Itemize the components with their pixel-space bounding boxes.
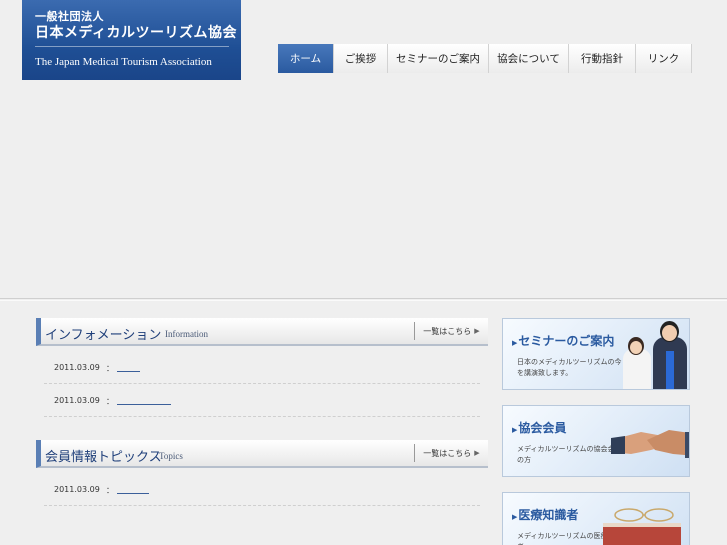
triangle-bullet-icon: ▶ bbox=[512, 513, 518, 521]
information-row: 2011.03.09 ： bbox=[44, 352, 480, 384]
medical-experts-banner-title-text: 医療知識者 bbox=[518, 508, 579, 522]
logo-english-name: The Japan Medical Tourism Association bbox=[35, 56, 212, 68]
topics-more-link[interactable]: 一覧はこちら ▶ bbox=[414, 444, 488, 462]
news-date: 2011.03.09 bbox=[54, 396, 100, 405]
members-banner-title-text: 協会会員 bbox=[518, 421, 567, 435]
glasses-and-books-image bbox=[603, 508, 681, 545]
members-banner[interactable]: ▶協会会員 メディカルツーリズムの協会会員の方 bbox=[502, 405, 690, 477]
seminar-banner-title-text: セミナーのご案内 bbox=[518, 334, 615, 348]
business-people-image bbox=[613, 319, 689, 389]
main-nav: ホーム ご挨拶 セミナーのご案内 協会について 行動指針 リンク bbox=[278, 44, 692, 73]
medical-experts-banner[interactable]: ▶医療知識者 メディカルツーリズムの医療知識者 bbox=[502, 492, 690, 545]
seminar-banner-desc: 日本のメディカルツーリズムの今を講演致します。 bbox=[517, 358, 622, 377]
news-date: 2011.03.09 bbox=[54, 363, 100, 372]
logo-title: 日本メディカルツーリズム協会 bbox=[35, 25, 238, 41]
topics-row: 2011.03.09 ： bbox=[44, 474, 480, 506]
nav-about[interactable]: 協会について bbox=[489, 44, 569, 73]
information-more-link[interactable]: 一覧はこちら ▶ bbox=[414, 322, 488, 340]
topics-more-label: 一覧はこちら bbox=[423, 448, 472, 458]
information-row: 2011.03.09 ： bbox=[44, 385, 480, 417]
information-more-label: 一覧はこちら bbox=[423, 326, 472, 336]
seminar-banner[interactable]: ▶セミナーのご案内 日本のメディカルツーリズムの今を講演致します。 bbox=[502, 318, 690, 390]
nav-seminar[interactable]: セミナーのご案内 bbox=[388, 44, 489, 73]
site-header: 一般社団法人 日本メディカルツーリズム協会 The Japan Medical … bbox=[0, 0, 727, 82]
news-link[interactable] bbox=[117, 371, 140, 372]
section-divider bbox=[0, 298, 727, 299]
seminar-banner-title: ▶セミナーのご案内 bbox=[512, 332, 614, 349]
main-visual-area bbox=[0, 82, 727, 298]
topics-header: 会員情報トピックス Topics 一覧はこちら ▶ bbox=[36, 440, 488, 468]
handshake-image bbox=[611, 430, 689, 458]
news-link[interactable] bbox=[117, 404, 171, 405]
nav-greeting[interactable]: ご挨拶 bbox=[334, 44, 388, 73]
medical-experts-banner-title: ▶医療知識者 bbox=[512, 506, 578, 523]
topics-title: 会員情報トピックス bbox=[45, 450, 162, 465]
information-header: インフォメーション Information 一覧はこちら ▶ bbox=[36, 318, 488, 346]
triangle-bullet-icon: ▶ bbox=[512, 339, 518, 347]
topics-title-en: Topics bbox=[159, 451, 183, 461]
information-title-en: Information bbox=[165, 329, 208, 339]
section-divider-highlight bbox=[0, 300, 727, 301]
members-banner-title: ▶協会会員 bbox=[512, 419, 566, 436]
news-separator: ： bbox=[106, 486, 114, 495]
news-separator: ： bbox=[106, 364, 114, 373]
information-title: インフォメーション bbox=[45, 328, 162, 343]
news-separator: ： bbox=[106, 397, 114, 406]
nav-links[interactable]: リンク bbox=[636, 44, 692, 73]
news-link[interactable] bbox=[117, 493, 149, 494]
nav-guidelines[interactable]: 行動指針 bbox=[569, 44, 636, 73]
logo-divider bbox=[35, 46, 229, 47]
triangle-bullet-icon: ▶ bbox=[512, 426, 518, 434]
site-logo[interactable]: 一般社団法人 日本メディカルツーリズム協会 The Japan Medical … bbox=[22, 0, 241, 80]
arrow-right-icon: ▶ bbox=[474, 449, 480, 457]
arrow-right-icon: ▶ bbox=[474, 327, 480, 335]
news-date: 2011.03.09 bbox=[54, 485, 100, 494]
nav-home[interactable]: ホーム bbox=[278, 44, 334, 73]
